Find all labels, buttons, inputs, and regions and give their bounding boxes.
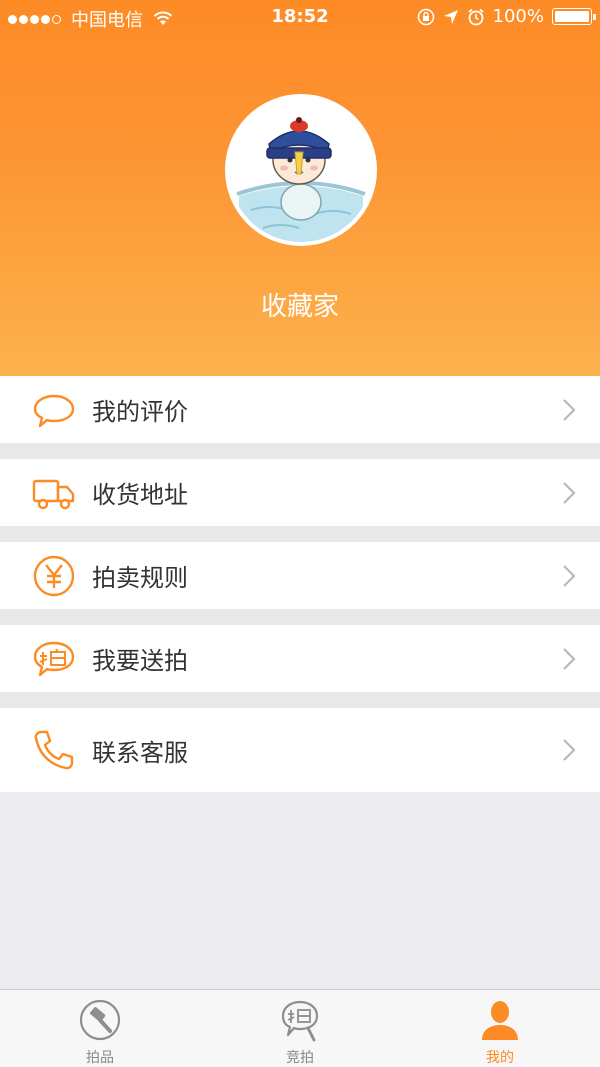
chevron-right-icon: [563, 564, 576, 587]
menu-item-auction-rules[interactable]: 拍卖规则: [0, 542, 600, 625]
profile-menu: 我的评价 收货地址 拍卖规则 我要送拍 联系客服: [0, 376, 600, 792]
tab-label: 竞拍: [286, 1050, 314, 1066]
menu-item-label: 我要送拍: [92, 647, 188, 675]
status-right: 100%: [417, 6, 596, 27]
tab-bidding[interactable]: 竞拍: [200, 990, 400, 1067]
menu-item-my-reviews[interactable]: 我的评价: [0, 376, 600, 459]
orientation-lock-icon: [417, 8, 434, 25]
alarm-icon: [467, 8, 484, 25]
menu-item-label: 收货地址: [92, 481, 188, 509]
chevron-right-icon: [563, 739, 576, 761]
menu-item-label: 拍卖规则: [92, 564, 188, 592]
yuan-icon: [33, 555, 75, 596]
truck-icon: [32, 479, 75, 509]
pai-bubble-icon: [33, 641, 75, 676]
chevron-right-icon: [563, 647, 576, 670]
menu-item-submit-for-auction[interactable]: 我要送拍: [0, 625, 600, 708]
battery-percent: 100%: [492, 6, 544, 27]
menu-item-shipping-address[interactable]: 收货地址: [0, 459, 600, 542]
chat-bubble-icon: [33, 394, 75, 427]
tab-label: 我的: [486, 1050, 514, 1066]
tab-lots[interactable]: 拍品: [0, 990, 200, 1067]
tab-bar: 拍品 竞拍 我的: [0, 989, 600, 1067]
menu-item-label: 我的评价: [92, 398, 188, 426]
status-bar: 中国电信 18:52 100%: [0, 0, 600, 34]
menu-item-label: 联系客服: [92, 738, 188, 767]
menu-item-contact-support[interactable]: 联系客服: [0, 708, 600, 792]
app-root: 中国电信 18:52 100% 收藏家 我的评价 收货地址 拍卖规则 我要送拍 …: [0, 0, 600, 1067]
chevron-right-icon: [563, 481, 576, 504]
username: 收藏家: [260, 292, 339, 322]
avatar[interactable]: [225, 94, 377, 246]
gavel-icon: [79, 999, 121, 1041]
user-icon: [482, 1001, 518, 1040]
avatar-illustration: [229, 98, 373, 242]
bid-icon: [281, 1000, 319, 1042]
tab-label: 拍品: [86, 1050, 114, 1066]
phone-icon: [34, 730, 74, 770]
location-arrow-icon: [443, 9, 458, 24]
chevron-right-icon: [563, 398, 576, 421]
battery-icon: [552, 8, 596, 25]
tab-me[interactable]: 我的: [400, 990, 600, 1067]
profile-header: 中国电信 18:52 100% 收藏家: [0, 0, 600, 376]
